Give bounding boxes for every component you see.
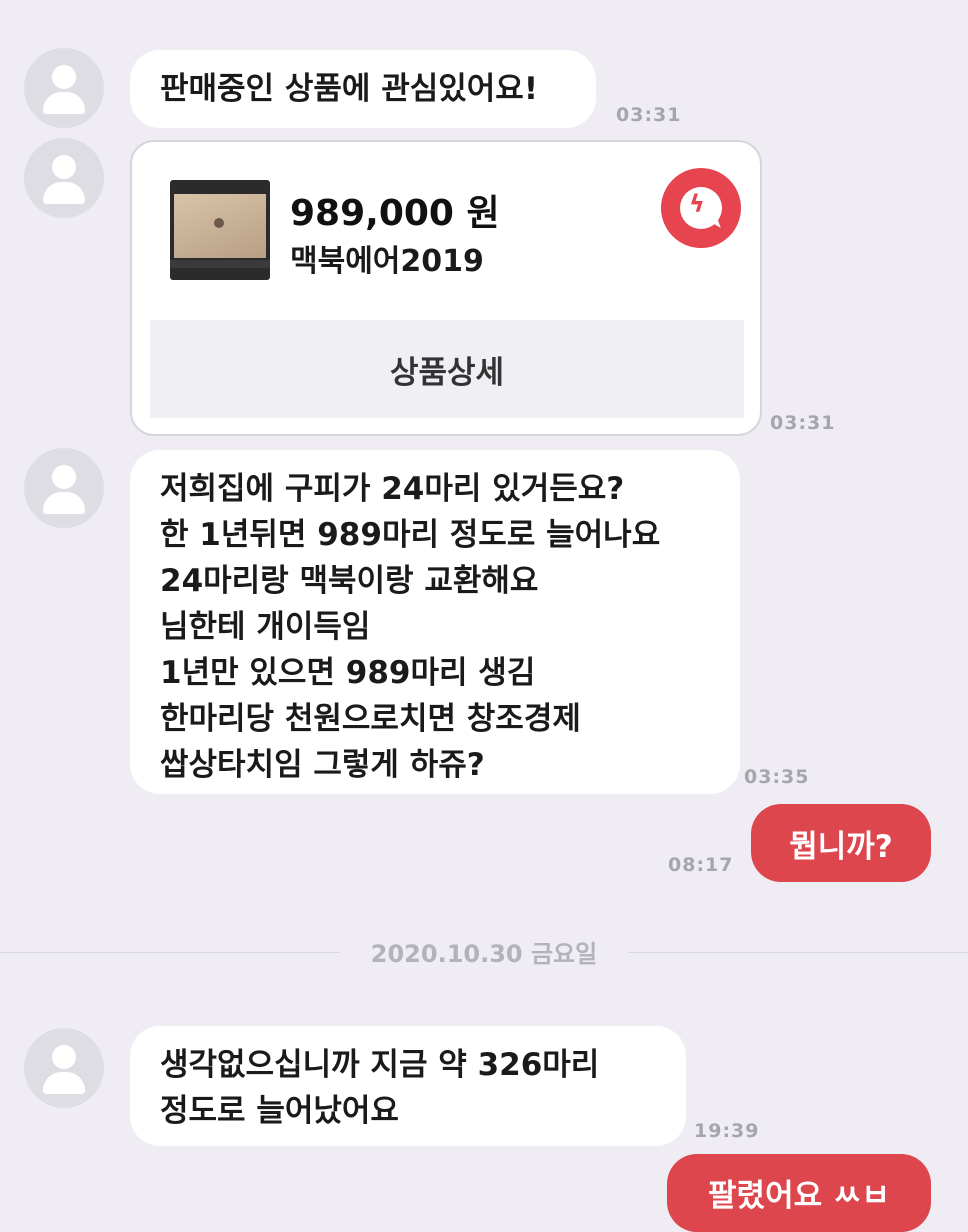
lightning-talk-icon: ϟ bbox=[661, 168, 741, 248]
date-separator: 2020.10.30 금요일 bbox=[0, 920, 968, 980]
avatar[interactable] bbox=[24, 48, 104, 128]
sent-message: 팔렸어요 ㅆㅂ bbox=[667, 1154, 931, 1232]
avatar[interactable] bbox=[24, 138, 104, 218]
message-line: 님한테 개이득임 bbox=[160, 609, 371, 645]
message-line: 1년만 있으면 989마리 생김 bbox=[160, 655, 536, 691]
avatar-person-icon bbox=[52, 465, 76, 489]
avatar-person-icon bbox=[52, 155, 76, 179]
sent-message: 뭡니까? bbox=[751, 804, 931, 882]
avatar[interactable] bbox=[24, 1028, 104, 1108]
avatar-person-icon bbox=[52, 65, 76, 89]
message-line: 생각없으십니까 지금 약 326마리 bbox=[160, 1047, 600, 1083]
message-text: 뭡니까? bbox=[789, 828, 893, 865]
message-time: 03:31 bbox=[770, 412, 836, 434]
received-message: 생각없으십니까 지금 약 326마리 정도로 늘어났어요 bbox=[130, 1026, 686, 1146]
product-detail-button[interactable]: 상품상세 bbox=[150, 320, 744, 418]
message-line: 한 1년뒤면 989마리 정도로 늘어나요 bbox=[160, 517, 661, 553]
message-text: 팔렸어요 ㅆㅂ bbox=[708, 1178, 890, 1214]
message-time: 03:31 bbox=[616, 104, 682, 126]
message-line: 쌉상타치임 그렇게 하쥬? bbox=[160, 747, 485, 783]
product-price: 989,000 원 bbox=[290, 193, 500, 234]
message-time: 08:17 bbox=[668, 854, 734, 876]
product-thumbnail[interactable] bbox=[170, 180, 270, 280]
message-time: 03:35 bbox=[744, 766, 810, 788]
message-text: 판매중인 상품에 관심있어요! bbox=[160, 71, 538, 107]
message-line: 저희집에 구피가 24마리 있거든요? bbox=[160, 471, 625, 507]
message-line: 24마리랑 맥북이랑 교환해요 bbox=[160, 563, 539, 599]
message-line: 한마리당 천원으로치면 창조경제 bbox=[160, 701, 581, 737]
received-message: 판매중인 상품에 관심있어요! bbox=[130, 50, 596, 128]
apple-logo-icon bbox=[214, 218, 224, 228]
message-time: 19:39 bbox=[694, 1120, 760, 1142]
received-message: 저희집에 구피가 24마리 있거든요? 한 1년뒤면 989마리 정도로 늘어나… bbox=[130, 450, 740, 794]
product-name: 맥북에어2019 bbox=[290, 244, 484, 279]
message-line: 정도로 늘어났어요 bbox=[160, 1093, 399, 1129]
avatar[interactable] bbox=[24, 448, 104, 528]
product-card[interactable]: 989,000 원 맥북에어2019 ϟ 상품상세 bbox=[130, 140, 762, 436]
avatar-person-icon bbox=[52, 1045, 76, 1069]
